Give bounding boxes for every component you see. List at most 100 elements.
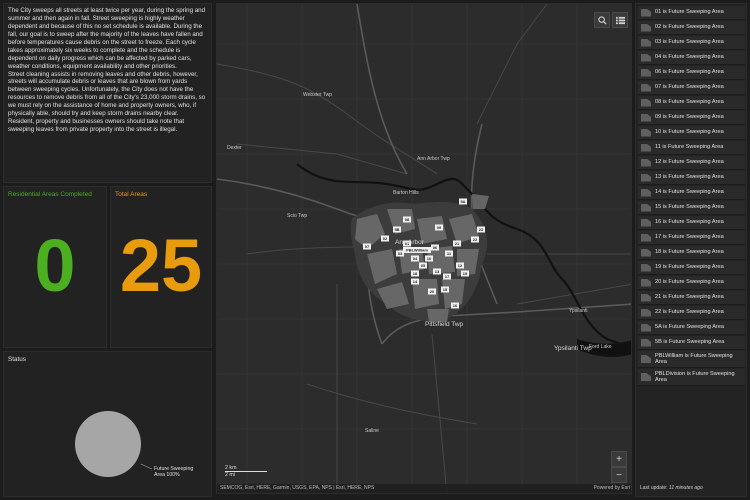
area-label-text: 16 [453,303,458,308]
residential-indicator-title: Residential Areas Completed [8,191,92,198]
area-label-text: 5B [394,227,399,232]
list-icon [615,16,625,24]
scale-bar: 2 km 2 mi [225,465,267,478]
legend-item-label: 11 is Future Sweeping Area [655,144,724,151]
legend-item[interactable]: 16 is Future Sweeping Area [638,216,745,230]
legend-item-label: 03 is Future Sweeping Area [655,39,724,46]
legend-item[interactable]: 13 is Future Sweeping Area [638,171,745,185]
legend-item-label: 01 is Future Sweeping Area [655,9,724,16]
legend-item[interactable]: 18 is Future Sweeping Area [638,246,745,260]
area-label-text: 04 [413,256,418,261]
legend-item-label: 18 is Future Sweeping Area [655,249,724,256]
area-label-text: 12 [458,263,463,268]
legend-item[interactable]: 01 is Future Sweeping Area [638,6,745,20]
legend-item[interactable]: 10 is Future Sweeping Area [638,126,745,140]
legend-swatch-icon [641,38,651,47]
legend-item-label: 15 is Future Sweeping Area [655,204,724,211]
legend-item[interactable]: 15 is Future Sweeping Area [638,201,745,215]
map-view[interactable]: 01 02 03 04 05 06 07 08 09 10 11 12 13 14 15 16 17 18 19 20… [216,3,632,494]
map-search-button[interactable] [594,12,610,28]
legend-item-label: 20 is Future Sweeping Area [655,279,724,286]
place-annarbor-twp: Ann Arbor Twp [417,156,450,162]
legend-item[interactable]: 04 is Future Sweeping Area [638,51,745,65]
area-label-text: 22 [473,237,478,242]
legend-swatch-icon [641,53,651,62]
legend-swatch-icon [641,355,651,363]
legend-swatch-icon [641,248,651,257]
residential-indicator-value: 0 [34,224,76,307]
legend-item-label: 14 is Future Sweeping Area [655,189,724,196]
place-saline: Saline [365,428,379,434]
attribution-text: SEMCOG, Esri, HERE, Garmin, USGS, EPA, N… [220,485,375,491]
area-label-text: 08 [405,217,410,222]
legend-swatch-icon [641,83,651,92]
legend-item-label: 09 is Future Sweeping Area [655,114,724,121]
legend-item[interactable]: 02 is Future Sweeping Area [638,21,745,35]
status-chart-panel: Status Future Sweeping Area 100% [3,351,212,497]
total-areas-indicator: Total Areas 25 [110,186,212,348]
dashboard: The City sweeps all streets at least twi… [0,0,750,500]
legend-swatch-icon [641,173,651,182]
legend-item[interactable]: 5B is Future Sweeping Area [638,336,745,350]
area-label-text: 14 [413,279,418,284]
place-ford-lake: Ford Lake [589,344,612,350]
powered-by-esri[interactable]: Powered by Esri [594,485,630,492]
pbl-label-text: PBLWilliam [406,247,428,252]
legend-list[interactable]: 01 is Future Sweeping Area 02 is Future S… [638,6,745,390]
area-label-text: 23 [479,227,484,232]
pie-slice-future-sweeping[interactable] [75,411,141,477]
place-barton: Barton Hills [393,190,419,196]
place-annarbor: Ann Arbor [395,239,425,246]
legend-item[interactable]: 22 is Future Sweeping Area [638,306,745,320]
legend-item[interactable]: 09 is Future Sweeping Area [638,111,745,125]
area-label-text: 15 [443,287,448,292]
map-legend-button[interactable] [612,12,628,28]
area-label-text: 21 [455,241,460,246]
description-paragraph-1: The City sweeps all streets at least twi… [8,7,206,70]
place-ypsilanti-twp: Ypsilanti Twp [554,345,592,352]
legend-item-label: 13 is Future Sweeping Area [655,174,724,181]
legend-item[interactable]: 17 is Future Sweeping Area [638,231,745,245]
description-panel: The City sweeps all streets at least twi… [3,3,212,183]
legend-panel: 01 is Future Sweeping Area 02 is Future S… [635,3,747,497]
legend-swatch-icon [641,233,651,242]
legend-item[interactable]: PBLDivision is Future Sweeping Area [638,369,745,386]
legend-swatch-icon [641,113,651,122]
legend-item[interactable]: 08 is Future Sweeping Area [638,96,745,110]
legend-item[interactable]: 19 is Future Sweeping Area [638,261,745,275]
area-label-text: 09 [437,225,442,230]
legend-swatch-icon [641,8,651,17]
legend-item[interactable]: 03 is Future Sweeping Area [638,36,745,50]
legend-item[interactable]: 20 is Future Sweeping Area [638,276,745,290]
legend-item[interactable]: 06 is Future Sweeping Area [638,66,745,80]
legend-item-label: 22 is Future Sweeping Area [655,309,724,316]
legend-item-label: 21 is Future Sweeping Area [655,294,724,301]
legend-swatch-icon [641,158,651,167]
zoom-out-button[interactable]: − [611,467,627,483]
legend-swatch-icon [641,278,651,287]
legend-item[interactable]: 5A is Future Sweeping Area [638,321,745,335]
area-label-text: 07 [365,244,370,249]
legend-swatch-icon [641,23,651,32]
area-label-text: 18 [413,271,418,276]
legend-item[interactable]: 11 is Future Sweeping Area [638,141,745,155]
legend-swatch-icon [641,263,651,272]
area-label-text: 13 [435,269,440,274]
zoom-in-button[interactable]: + [611,451,627,467]
area-label-text: 19 [463,271,468,276]
legend-item-label: 5B is Future Sweeping Area [655,339,725,346]
legend-item[interactable]: 14 is Future Sweeping Area [638,186,745,200]
legend-swatch-icon [641,68,651,77]
area-label-text: 02 [383,236,388,241]
legend-swatch-icon [641,338,651,347]
legend-item[interactable]: PBLWilliam is Future Sweeping Area [638,351,745,368]
legend-swatch-icon [641,188,651,197]
legend-swatch-icon [641,308,651,317]
legend-item-label: 10 is Future Sweeping Area [655,129,724,136]
legend-item[interactable]: 07 is Future Sweeping Area [638,81,745,95]
legend-item-label: 16 is Future Sweeping Area [655,219,724,226]
total-areas-title: Total Areas [115,191,148,198]
legend-item[interactable]: 12 is Future Sweeping Area [638,156,745,170]
legend-swatch-icon [641,128,651,137]
legend-item[interactable]: 21 is Future Sweeping Area [638,291,745,305]
